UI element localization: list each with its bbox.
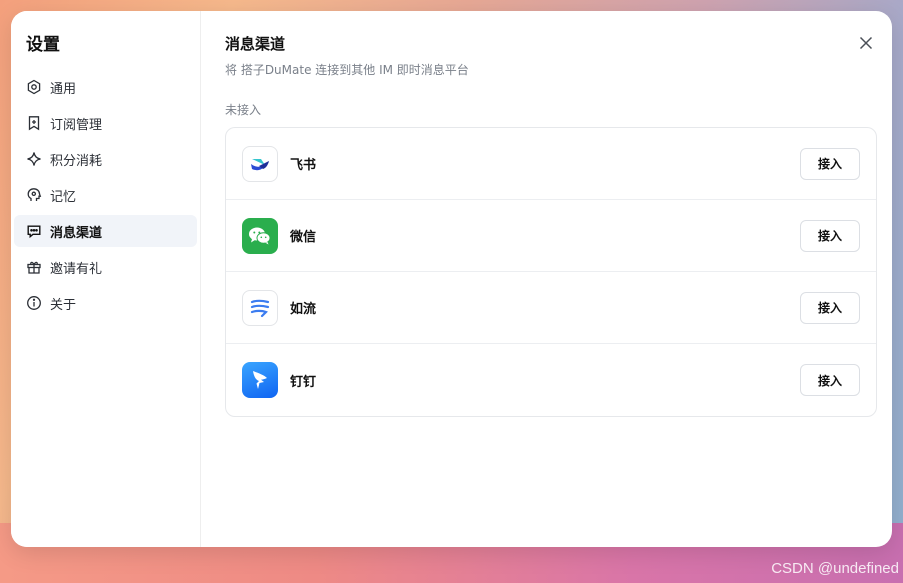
connect-dingtalk-button[interactable]: 接入 (800, 364, 860, 396)
channel-row-feishu: 飞书 接入 (226, 128, 876, 200)
connect-ruliu-button[interactable]: 接入 (800, 291, 860, 324)
sparkle-icon (26, 151, 42, 167)
sidebar-item-credits[interactable]: 积分消耗 (14, 143, 197, 175)
sidebar-item-subscription[interactable]: 订阅管理 (14, 107, 197, 139)
sidebar-item-about[interactable]: 关于 (14, 287, 197, 319)
wechat-logo-icon (242, 217, 278, 254)
channel-row-ruliu: 如流 接入 (226, 272, 876, 344)
main-panel: 消息渠道 将 搭子DuMate 连接到其他 IM 即时消息平台 未接入 飞书 接… (201, 11, 892, 547)
dingtalk-logo-icon (242, 362, 278, 398)
channel-name: 微信 (290, 230, 317, 245)
page-subtitle: 将 搭子DuMate 连接到其他 IM 即时消息平台 (225, 63, 469, 77)
gift-icon (26, 259, 42, 275)
channel-name: 如流 (290, 302, 317, 317)
section-label-not-connected: 未接入 (225, 103, 262, 117)
info-icon (26, 295, 42, 311)
channel-name: 钉钉 (290, 374, 317, 390)
connect-wechat-button[interactable]: 接入 (800, 219, 860, 252)
sidebar-item-label: 记忆 (50, 189, 77, 205)
sidebar-title: 设置 (26, 35, 60, 55)
sidebar-item-message-channels[interactable]: 消息渠道 (14, 215, 197, 247)
chat-bubble-icon (26, 223, 42, 239)
sidebar-item-label: 邀请有礼 (50, 261, 103, 277)
sidebar-item-memory[interactable]: 记忆 (14, 179, 197, 211)
channel-row-dingtalk: 钉钉 接入 (226, 344, 876, 416)
sidebar-item-label: 积分消耗 (50, 153, 103, 169)
close-button[interactable] (856, 33, 876, 53)
bookmark-plus-icon (26, 115, 42, 131)
ruliu-logo-icon (242, 289, 278, 326)
page-title: 消息渠道 (225, 35, 286, 53)
sidebar: 设置 通用 订阅管理 积分消耗 记忆 消息渠道 邀请有礼 关于 (11, 11, 201, 547)
channel-list: 飞书 接入 微信 接入 如流 接入 钉钉 接入 (225, 127, 877, 417)
sidebar-item-general[interactable]: 通用 (14, 71, 197, 103)
sidebar-item-label: 通用 (50, 81, 77, 97)
hexagon-gear-icon (26, 79, 42, 95)
watermark: CSDN @undefined (771, 560, 899, 577)
brain-icon (26, 187, 42, 203)
channel-row-wechat: 微信 接入 (226, 200, 876, 272)
close-icon (859, 36, 873, 50)
feishu-logo-icon (242, 145, 278, 182)
settings-dialog: 设置 通用 订阅管理 积分消耗 记忆 消息渠道 邀请有礼 关于 消息渠道 将 搭… (11, 11, 892, 547)
sidebar-item-label: 消息渠道 (50, 225, 103, 241)
channel-name: 飞书 (290, 158, 317, 173)
sidebar-item-invite[interactable]: 邀请有礼 (14, 251, 197, 283)
sidebar-item-label: 关于 (50, 297, 77, 313)
sidebar-item-label: 订阅管理 (50, 117, 103, 133)
connect-feishu-button[interactable]: 接入 (800, 147, 860, 180)
